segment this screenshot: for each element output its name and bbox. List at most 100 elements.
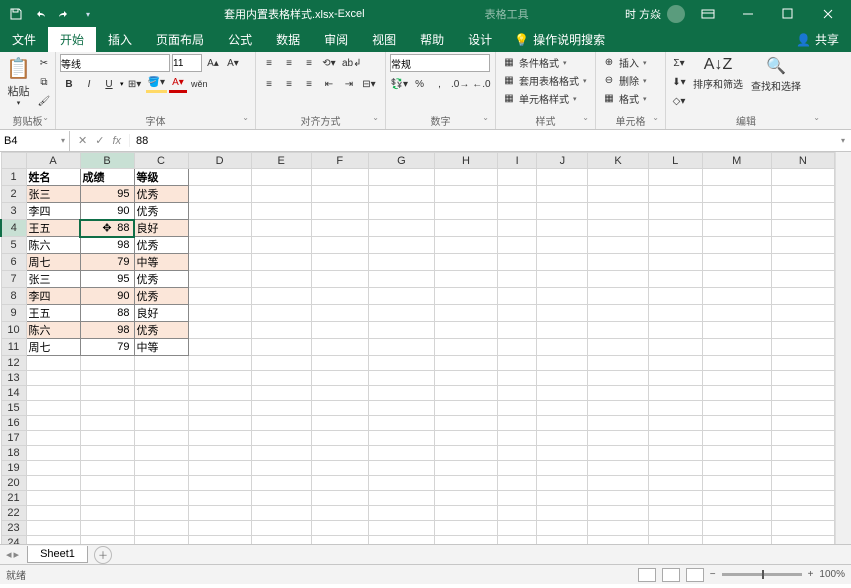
cell-F21[interactable] bbox=[311, 491, 368, 506]
cell-F1[interactable] bbox=[311, 169, 368, 186]
format-painter-icon[interactable]: 🖌 bbox=[35, 92, 53, 110]
increase-decimal-icon[interactable]: .0→ bbox=[451, 75, 470, 93]
cell-M23[interactable] bbox=[702, 521, 771, 536]
cell-K17[interactable] bbox=[588, 431, 648, 446]
cell-D7[interactable] bbox=[188, 271, 251, 288]
cell-C14[interactable] bbox=[134, 386, 188, 401]
cell-C21[interactable] bbox=[134, 491, 188, 506]
cell-L1[interactable] bbox=[648, 169, 702, 186]
cell-F23[interactable] bbox=[311, 521, 368, 536]
cell-N8[interactable] bbox=[771, 288, 834, 305]
cell-A22[interactable] bbox=[26, 506, 80, 521]
cell-G24[interactable] bbox=[368, 536, 434, 545]
cell-F10[interactable] bbox=[311, 322, 368, 339]
cell-H24[interactable] bbox=[434, 536, 497, 545]
cell-H4[interactable] bbox=[434, 220, 497, 237]
col-header-K[interactable]: K bbox=[588, 153, 648, 169]
cell-J22[interactable] bbox=[537, 506, 588, 521]
cell-K18[interactable] bbox=[588, 446, 648, 461]
cell-N18[interactable] bbox=[771, 446, 834, 461]
row-header-9[interactable]: 9 bbox=[1, 305, 26, 322]
cell-H20[interactable] bbox=[434, 476, 497, 491]
cell-I18[interactable] bbox=[498, 446, 537, 461]
cell-C9[interactable]: 良好 bbox=[134, 305, 188, 322]
align-center-icon[interactable]: ≡ bbox=[280, 75, 298, 93]
increase-font-icon[interactable]: A▴ bbox=[204, 54, 222, 72]
cell-B19[interactable] bbox=[80, 461, 134, 476]
cell-J1[interactable] bbox=[537, 169, 588, 186]
cell-N13[interactable] bbox=[771, 371, 834, 386]
cell-H9[interactable] bbox=[434, 305, 497, 322]
row-header-5[interactable]: 5 bbox=[1, 237, 26, 254]
cell-A1[interactable]: 姓名 bbox=[26, 169, 80, 186]
col-header-G[interactable]: G bbox=[368, 153, 434, 169]
cell-M20[interactable] bbox=[702, 476, 771, 491]
row-header-22[interactable]: 22 bbox=[1, 506, 26, 521]
cell-F3[interactable] bbox=[311, 203, 368, 220]
cell-J20[interactable] bbox=[537, 476, 588, 491]
cell-B14[interactable] bbox=[80, 386, 134, 401]
cell-E11[interactable] bbox=[251, 339, 311, 356]
cell-B9[interactable]: 88 bbox=[80, 305, 134, 322]
cell-C11[interactable]: 中等 bbox=[134, 339, 188, 356]
cell-B10[interactable]: 98 bbox=[80, 322, 134, 339]
cell-N17[interactable] bbox=[771, 431, 834, 446]
cell-L16[interactable] bbox=[648, 416, 702, 431]
cell-D5[interactable] bbox=[188, 237, 251, 254]
cell-C22[interactable] bbox=[134, 506, 188, 521]
sheet-next-icon[interactable]: ▸ bbox=[14, 548, 20, 561]
cell-K19[interactable] bbox=[588, 461, 648, 476]
col-header-H[interactable]: H bbox=[434, 153, 497, 169]
cell-J16[interactable] bbox=[537, 416, 588, 431]
cell-J9[interactable] bbox=[537, 305, 588, 322]
cell-E21[interactable] bbox=[251, 491, 311, 506]
cell-K13[interactable] bbox=[588, 371, 648, 386]
col-header-C[interactable]: C bbox=[134, 153, 188, 169]
cell-M11[interactable] bbox=[702, 339, 771, 356]
cell-H12[interactable] bbox=[434, 356, 497, 371]
cell-C20[interactable] bbox=[134, 476, 188, 491]
cell-J19[interactable] bbox=[537, 461, 588, 476]
cell-D2[interactable] bbox=[188, 186, 251, 203]
cell-E1[interactable] bbox=[251, 169, 311, 186]
zoom-slider[interactable] bbox=[722, 573, 802, 576]
cell-M7[interactable] bbox=[702, 271, 771, 288]
cell-I19[interactable] bbox=[498, 461, 537, 476]
cell-A6[interactable]: 周七 bbox=[26, 254, 80, 271]
cancel-formula-icon[interactable]: ✕ bbox=[78, 134, 87, 147]
cell-L11[interactable] bbox=[648, 339, 702, 356]
cell-C6[interactable]: 中等 bbox=[134, 254, 188, 271]
cell-N11[interactable] bbox=[771, 339, 834, 356]
cell-N15[interactable] bbox=[771, 401, 834, 416]
cell-G4[interactable] bbox=[368, 220, 434, 237]
cell-J14[interactable] bbox=[537, 386, 588, 401]
cell-I3[interactable] bbox=[498, 203, 537, 220]
cell-K1[interactable] bbox=[588, 169, 648, 186]
cell-E18[interactable] bbox=[251, 446, 311, 461]
cell-K12[interactable] bbox=[588, 356, 648, 371]
name-box-dropdown-icon[interactable]: ▾ bbox=[61, 136, 65, 145]
font-name-select[interactable] bbox=[60, 54, 170, 72]
cell-A17[interactable] bbox=[26, 431, 80, 446]
cell-I8[interactable] bbox=[498, 288, 537, 305]
cell-E16[interactable] bbox=[251, 416, 311, 431]
percent-format-icon[interactable]: % bbox=[411, 75, 429, 93]
cell-A4[interactable]: 王五 bbox=[26, 220, 80, 237]
cell-C2[interactable]: 优秀 bbox=[134, 186, 188, 203]
cell-L5[interactable] bbox=[648, 237, 702, 254]
cell-J11[interactable] bbox=[537, 339, 588, 356]
col-header-D[interactable]: D bbox=[188, 153, 251, 169]
cell-F11[interactable] bbox=[311, 339, 368, 356]
cell-M24[interactable] bbox=[702, 536, 771, 545]
align-left-icon[interactable]: ≡ bbox=[260, 75, 278, 93]
cell-B4[interactable]: 88✥ bbox=[80, 220, 134, 237]
cell-H13[interactable] bbox=[434, 371, 497, 386]
cell-L3[interactable] bbox=[648, 203, 702, 220]
cell-J7[interactable] bbox=[537, 271, 588, 288]
row-header-21[interactable]: 21 bbox=[1, 491, 26, 506]
cell-M22[interactable] bbox=[702, 506, 771, 521]
vertical-scrollbar[interactable] bbox=[835, 152, 851, 544]
save-icon[interactable] bbox=[6, 4, 26, 24]
cell-C19[interactable] bbox=[134, 461, 188, 476]
accept-formula-icon[interactable]: ✓ bbox=[95, 134, 104, 147]
